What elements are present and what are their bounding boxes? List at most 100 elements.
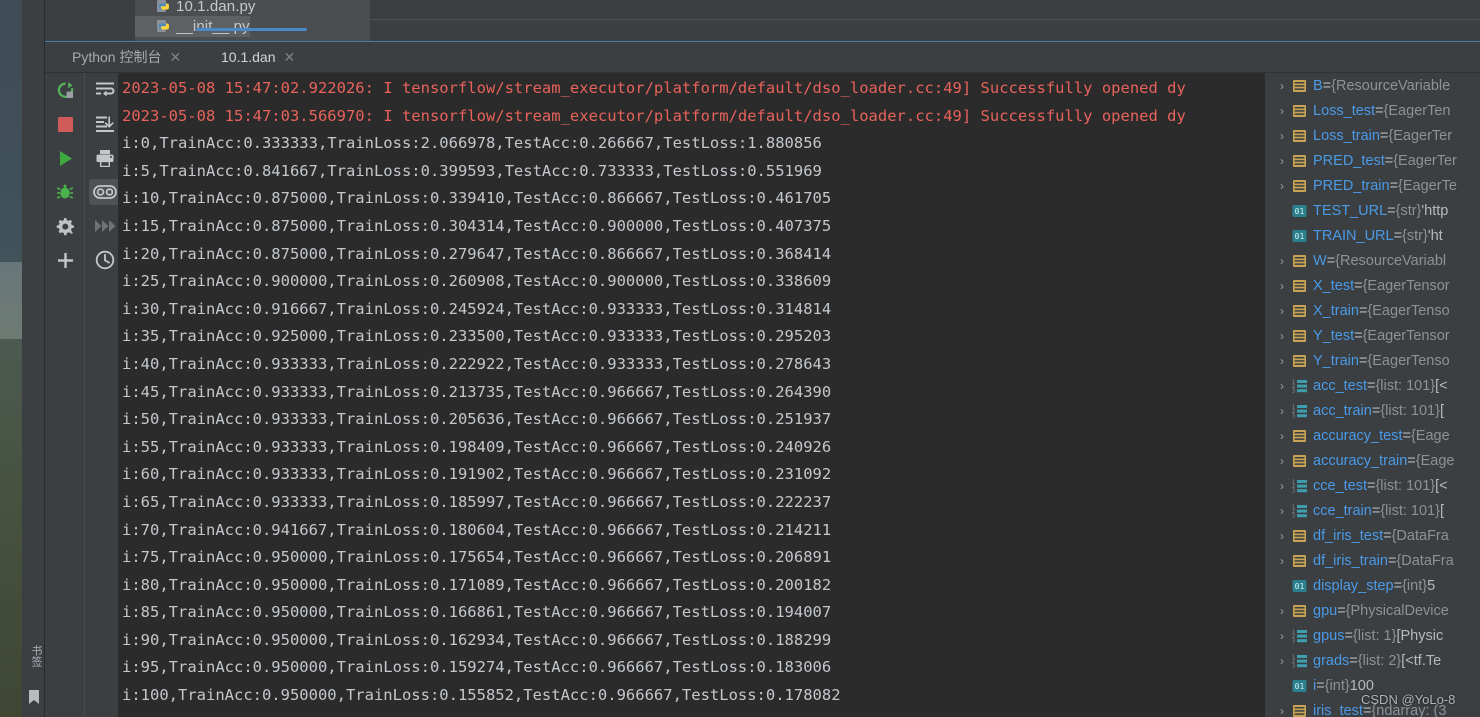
history-icon[interactable] <box>89 247 121 273</box>
variable-row[interactable]: › df_iris_train = {DataFra <box>1266 548 1480 573</box>
tree-item-1[interactable]: __init__.py <box>157 16 250 36</box>
variable-row[interactable]: › Loss_test = {EagerTen <box>1266 98 1480 123</box>
variable-equals: = <box>1387 202 1396 219</box>
chevron-right-icon[interactable]: › <box>1274 529 1290 543</box>
variable-row[interactable]: 01 TRAIN_URL = {str} 'ht <box>1266 223 1480 248</box>
resume-icon[interactable] <box>49 145 81 171</box>
variable-row[interactable]: 01 TEST_URL = {str} 'http <box>1266 198 1480 223</box>
variable-row[interactable]: › PRED_train = {EagerTe <box>1266 173 1480 198</box>
primitive-icon: 01 <box>1292 679 1307 693</box>
variable-row[interactable]: › df_iris_test = {DataFra <box>1266 523 1480 548</box>
console-output-line: i:55,TrainAcc:0.933333,TrainLoss:0.19840… <box>122 437 832 456</box>
desktop-background-strip <box>0 0 22 717</box>
console-output-line: i:95,TrainAcc:0.950000,TrainLoss:0.15927… <box>122 658 832 677</box>
chevron-right-icon[interactable]: › <box>1274 279 1290 293</box>
variable-equals: = <box>1354 277 1363 294</box>
variable-row[interactable]: › Y_test = {EagerTensor <box>1266 323 1480 348</box>
variable-equals: = <box>1393 577 1403 594</box>
object-icon <box>1292 354 1307 368</box>
variable-equals: = <box>1371 502 1381 519</box>
chevron-right-icon[interactable]: › <box>1274 179 1290 193</box>
variable-value: [< <box>1435 377 1448 394</box>
variable-type: {list: 2} <box>1357 652 1402 669</box>
tree-item-label: __init__.py <box>176 17 250 35</box>
variable-row[interactable]: › accuracy_test = {Eage <box>1266 423 1480 448</box>
chevron-right-icon[interactable]: › <box>1274 104 1290 118</box>
variable-row[interactable]: › accuracy_train = {Eage <box>1266 448 1480 473</box>
chevron-right-icon[interactable]: › <box>1274 129 1290 143</box>
variable-row[interactable]: › X_test = {EagerTensor <box>1266 273 1480 298</box>
add-icon[interactable] <box>49 247 81 273</box>
variable-row[interactable]: › 123 acc_train = {list: 101} [ <box>1266 398 1480 423</box>
variable-row[interactable]: › W = {ResourceVariabl <box>1266 248 1480 273</box>
rerun-icon[interactable] <box>49 77 81 103</box>
chevron-right-icon[interactable]: › <box>1274 404 1290 418</box>
bookmarks-label[interactable]: 书签 <box>26 645 42 667</box>
chevron-right-icon[interactable]: › <box>1274 79 1290 93</box>
chevron-right-icon[interactable]: › <box>1274 479 1290 493</box>
console-output-line: i:0,TrainAcc:0.333333,TrainLoss:2.066978… <box>122 134 822 153</box>
close-icon[interactable]: ✕ <box>284 50 296 64</box>
variable-row[interactable]: › 123 acc_test = {list: 101} [< <box>1266 373 1480 398</box>
variable-row[interactable]: › PRED_test = {EagerTer <box>1266 148 1480 173</box>
console-output-line: i:75,TrainAcc:0.950000,TrainLoss:0.17565… <box>122 548 832 567</box>
pycharm-run-console-window: 书签 10.1.dan.py __init__.py Python 控制台 ✕ … <box>0 0 1480 717</box>
variable-equals: = <box>1393 227 1403 244</box>
object-icon <box>1292 329 1307 343</box>
console-output-line: i:70,TrainAcc:0.941667,TrainLoss:0.18060… <box>122 520 832 539</box>
variable-row[interactable]: › 123 grads = {list: 2} [<tf.Te <box>1266 648 1480 673</box>
stop-icon[interactable] <box>49 111 81 137</box>
variable-equals: = <box>1358 302 1368 319</box>
chevron-right-icon[interactable]: › <box>1274 629 1290 643</box>
chevron-right-icon[interactable]: › <box>1274 154 1290 168</box>
variable-value: [Physic <box>1396 627 1444 644</box>
tree-item-0[interactable]: 10.1.dan.py <box>157 0 256 16</box>
debug-icon[interactable] <box>49 179 81 205</box>
forward-icon[interactable] <box>89 213 121 239</box>
tab-10-1-dan[interactable]: 10.1.dan ✕ <box>212 41 304 73</box>
variable-row[interactable]: › gpu = {PhysicalDevice <box>1266 598 1480 623</box>
tab-python-console[interactable]: Python 控制台 ✕ <box>63 41 190 73</box>
chevron-right-icon[interactable]: › <box>1274 504 1290 518</box>
variable-row[interactable]: › X_train = {EagerTenso <box>1266 298 1480 323</box>
soft-wrap-icon[interactable] <box>89 77 121 103</box>
variable-row[interactable]: › Loss_train = {EagerTer <box>1266 123 1480 148</box>
chevron-right-icon[interactable]: › <box>1274 254 1290 268</box>
chevron-right-icon[interactable]: › <box>1274 304 1290 318</box>
chevron-right-icon[interactable]: › <box>1274 604 1290 618</box>
variable-equals: = <box>1358 352 1368 369</box>
variable-row[interactable]: › Y_train = {EagerTenso <box>1266 348 1480 373</box>
console-output-area[interactable]: 2023-05-08 15:47:02.922026: I tensorflow… <box>118 73 1265 717</box>
variable-name: accuracy_test <box>1313 427 1403 444</box>
console-output-line: i:45,TrainAcc:0.933333,TrainLoss:0.21373… <box>122 382 832 401</box>
variable-row[interactable]: › 123 gpus = {list: 1} [Physic <box>1266 623 1480 648</box>
chevron-right-icon[interactable]: › <box>1274 429 1290 443</box>
chevron-right-icon[interactable]: › <box>1274 379 1290 393</box>
chevron-right-icon[interactable]: › <box>1274 704 1290 717</box>
chevron-right-icon[interactable]: › <box>1274 554 1290 568</box>
bookmark-icon[interactable] <box>28 690 40 705</box>
variable-value: [< <box>1435 477 1448 494</box>
chevron-right-icon[interactable]: › <box>1274 354 1290 368</box>
variable-row[interactable]: › B = {ResourceVariable <box>1266 73 1480 98</box>
scroll-to-end-icon[interactable] <box>89 111 121 137</box>
eye-icon[interactable] <box>89 179 121 205</box>
variable-name: cce_train <box>1313 502 1372 519</box>
print-icon[interactable] <box>89 145 121 171</box>
variable-equals: = <box>1407 452 1416 469</box>
chevron-right-icon[interactable]: › <box>1274 654 1290 668</box>
variable-name: display_step <box>1313 577 1394 594</box>
svg-text:01: 01 <box>1295 682 1305 691</box>
close-icon[interactable]: ✕ <box>169 50 181 64</box>
variable-row[interactable]: › 123 cce_train = {list: 101} [ <box>1266 498 1480 523</box>
settings-icon[interactable] <box>49 213 81 239</box>
variable-equals: = <box>1322 77 1332 94</box>
variables-panel[interactable]: › B = {ResourceVariable › Loss_test = {Ea… <box>1266 73 1480 717</box>
variable-type: {str} <box>1395 202 1422 219</box>
variable-row[interactable]: 01 display_step = {int} 5 <box>1266 573 1480 598</box>
chevron-right-icon[interactable]: › <box>1274 454 1290 468</box>
variable-row[interactable]: › 123 cce_test = {list: 101} [< <box>1266 473 1480 498</box>
chevron-right-icon[interactable]: › <box>1274 329 1290 343</box>
svg-text:3: 3 <box>1292 488 1295 493</box>
primitive-icon: 01 <box>1292 229 1307 243</box>
